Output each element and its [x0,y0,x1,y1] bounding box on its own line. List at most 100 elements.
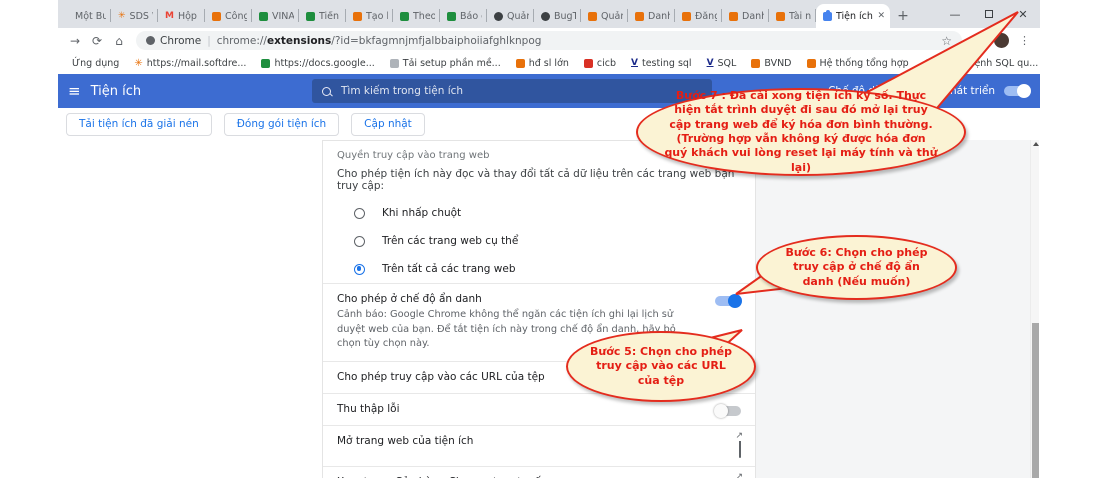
bookmark-item[interactable]: Ứng dụng [68,58,119,69]
tab[interactable]: BugTra [534,4,581,28]
tab[interactable]: MHộp thư [158,4,205,28]
tab-close-icon[interactable]: ✕ [877,11,885,21]
tab[interactable]: Danh s [722,4,769,28]
hamburger-menu-icon[interactable]: ≡ [68,82,81,100]
tab[interactable]: Danh s [628,4,675,28]
omnibox[interactable]: Chrome | chrome://extensions/?id=bkfagmn… [136,31,962,50]
bookmark-item[interactable]: Hệ thống tổng hợp [807,58,909,69]
bookmark-label: BVND [764,58,791,69]
minimize-button[interactable]: — [938,0,972,28]
tab-label: VINAFR [272,11,294,22]
tab[interactable]: ✳ SDS We [111,4,158,28]
row-title: Xem trong Cửa hàng Chrome trực tuyến [337,476,713,478]
external-link-icon[interactable] [739,437,741,458]
radio-label: Khi nhấp chuột [382,207,461,219]
load-unpacked-button[interactable]: Tải tiện ích đã giải nén [66,113,212,136]
update-button[interactable]: Cập nhật [351,113,425,136]
invoice-orange-icon [682,12,691,21]
bookmark-item[interactable]: VSQL [707,58,737,69]
radio-label: Trên tất cả các trang web [382,263,516,275]
row-title: Mở trang web của tiện ích [337,435,713,447]
row-control [739,438,741,457]
bookmark-item[interactable]: https://docs.google... [261,58,374,69]
invoice-orange-icon [353,12,362,21]
sheets-green-icon [261,59,270,68]
tab-strip: Một Bư ✳ SDS We MHộp thưCông ty VINAFR Tiến đ… [58,0,1040,28]
bookmark-item[interactable]: Tải setup phần mề... [390,58,501,69]
close-button[interactable]: ✕ [1006,0,1040,28]
sheets-green-icon [447,12,456,21]
url-rest: /?id=bkfagmnjmfjalbbaiphoiiafghlknpog [331,35,541,47]
url-text: chrome://extensions/?id=bkfagmnjmfjalbba… [217,35,542,47]
tab[interactable]: Một Bư [64,4,111,28]
bookmark-label: hđ sl lớn [529,58,569,69]
invoice-orange-icon [588,12,597,21]
radio-option[interactable]: Trên tất cả các trang web [323,255,755,283]
sheets-green-icon [259,12,268,21]
tab-active[interactable]: Tiện ích✕ [816,4,890,28]
toggle-off[interactable] [715,406,741,416]
row-texts: Thu thập lỗi [337,403,715,415]
tab[interactable]: Quản lý [487,4,534,28]
bookmark-item[interactable]: @13 câu lệnh SQL qu... [924,58,1039,69]
restore-button[interactable] [972,0,1006,28]
extension-icon[interactable] [972,35,984,47]
scrollbar-thumb[interactable] [1032,323,1039,478]
invoice-orange-icon [807,59,816,68]
radio-option[interactable]: Trên các trang web cụ thể [323,227,755,255]
page-scrollbar[interactable] [1030,140,1039,478]
extensions-search-input[interactable]: Tìm kiếm trong tiện ích [312,79,712,103]
bookmark-item[interactable]: ✳https://mail.softdre... [134,58,246,69]
bookmark-item[interactable]: hđ sl lớn [516,58,569,69]
radio-icon[interactable] [354,208,365,219]
site-chip: Chrome [146,35,201,47]
tab[interactable]: Quản lý [581,4,628,28]
tab[interactable]: Tạo hóa [346,4,393,28]
forward-icon[interactable]: → [66,32,84,50]
bookmark-item[interactable]: Vtesting sql [631,58,692,69]
tab[interactable]: Công ty [205,4,252,28]
bookmark-star-icon[interactable]: ☆ [941,34,952,48]
bookmark-item[interactable]: BVND [751,58,791,69]
search-placeholder: Tìm kiếm trong tiện ích [341,85,463,97]
tab[interactable]: Đăng n [675,4,722,28]
pack-extension-button[interactable]: Đóng gói tiện ích [224,113,339,136]
browser-menu-icon[interactable]: ⋮ [1019,34,1030,47]
tab[interactable]: Tiến độ [299,4,346,28]
row-texts: Mở trang web của tiện ích [337,435,739,447]
tab[interactable]: VINAFR [252,4,299,28]
tab-label: SDS We [130,11,153,22]
new-tab-button[interactable]: + [890,4,916,28]
reload-icon[interactable]: ⟳ [88,32,106,50]
bookmark-item[interactable]: cicb [584,58,616,69]
invoice-orange-icon [212,12,221,21]
tab[interactable]: Tài ngu [769,4,816,28]
profile-avatar[interactable] [994,33,1009,48]
home-icon[interactable]: ⌂ [110,32,128,50]
toggle-on[interactable] [715,296,741,306]
scroll-up-arrow-icon[interactable] [1033,142,1039,146]
tab-label: Tiến độ [319,11,341,22]
radio-option[interactable]: Khi nhấp chuột [323,199,755,227]
row-title: Cho phép ở chế độ ẩn danh [337,293,689,305]
developer-mode-toggle[interactable] [1004,86,1030,96]
settings-row[interactable]: Xem trong Cửa hàng Chrome trực tuyến [323,466,755,478]
v-blue-icon: V [707,59,714,68]
extension-settings-card: Quyền truy cập vào trang web Cho phép ti… [322,140,756,478]
radio-icon[interactable] [354,236,365,247]
invoice-orange-icon [776,12,785,21]
settings-row[interactable]: Mở trang web của tiện ích [323,425,755,466]
tab[interactable]: Theo d [393,4,440,28]
tab[interactable]: Báo cá [440,4,487,28]
page-title: Tiện ích [91,84,142,99]
badge-red-icon [584,59,593,68]
invoice-orange-icon [516,59,525,68]
toggle-knob [714,404,728,418]
bookmark-label: Hệ thống tổng hợp [820,58,909,69]
callout-step7: Bước 7 : Đã cài xong tiện ích ký số. Thự… [636,88,966,176]
omnibox-divider: | [207,35,211,47]
bookmark-label: 13 câu lệnh SQL qu... [937,58,1039,69]
orange-gear-icon: ✳ [118,12,126,21]
bookmark-label: Ứng dụng [72,58,119,69]
radio-selected-icon[interactable] [354,264,365,275]
